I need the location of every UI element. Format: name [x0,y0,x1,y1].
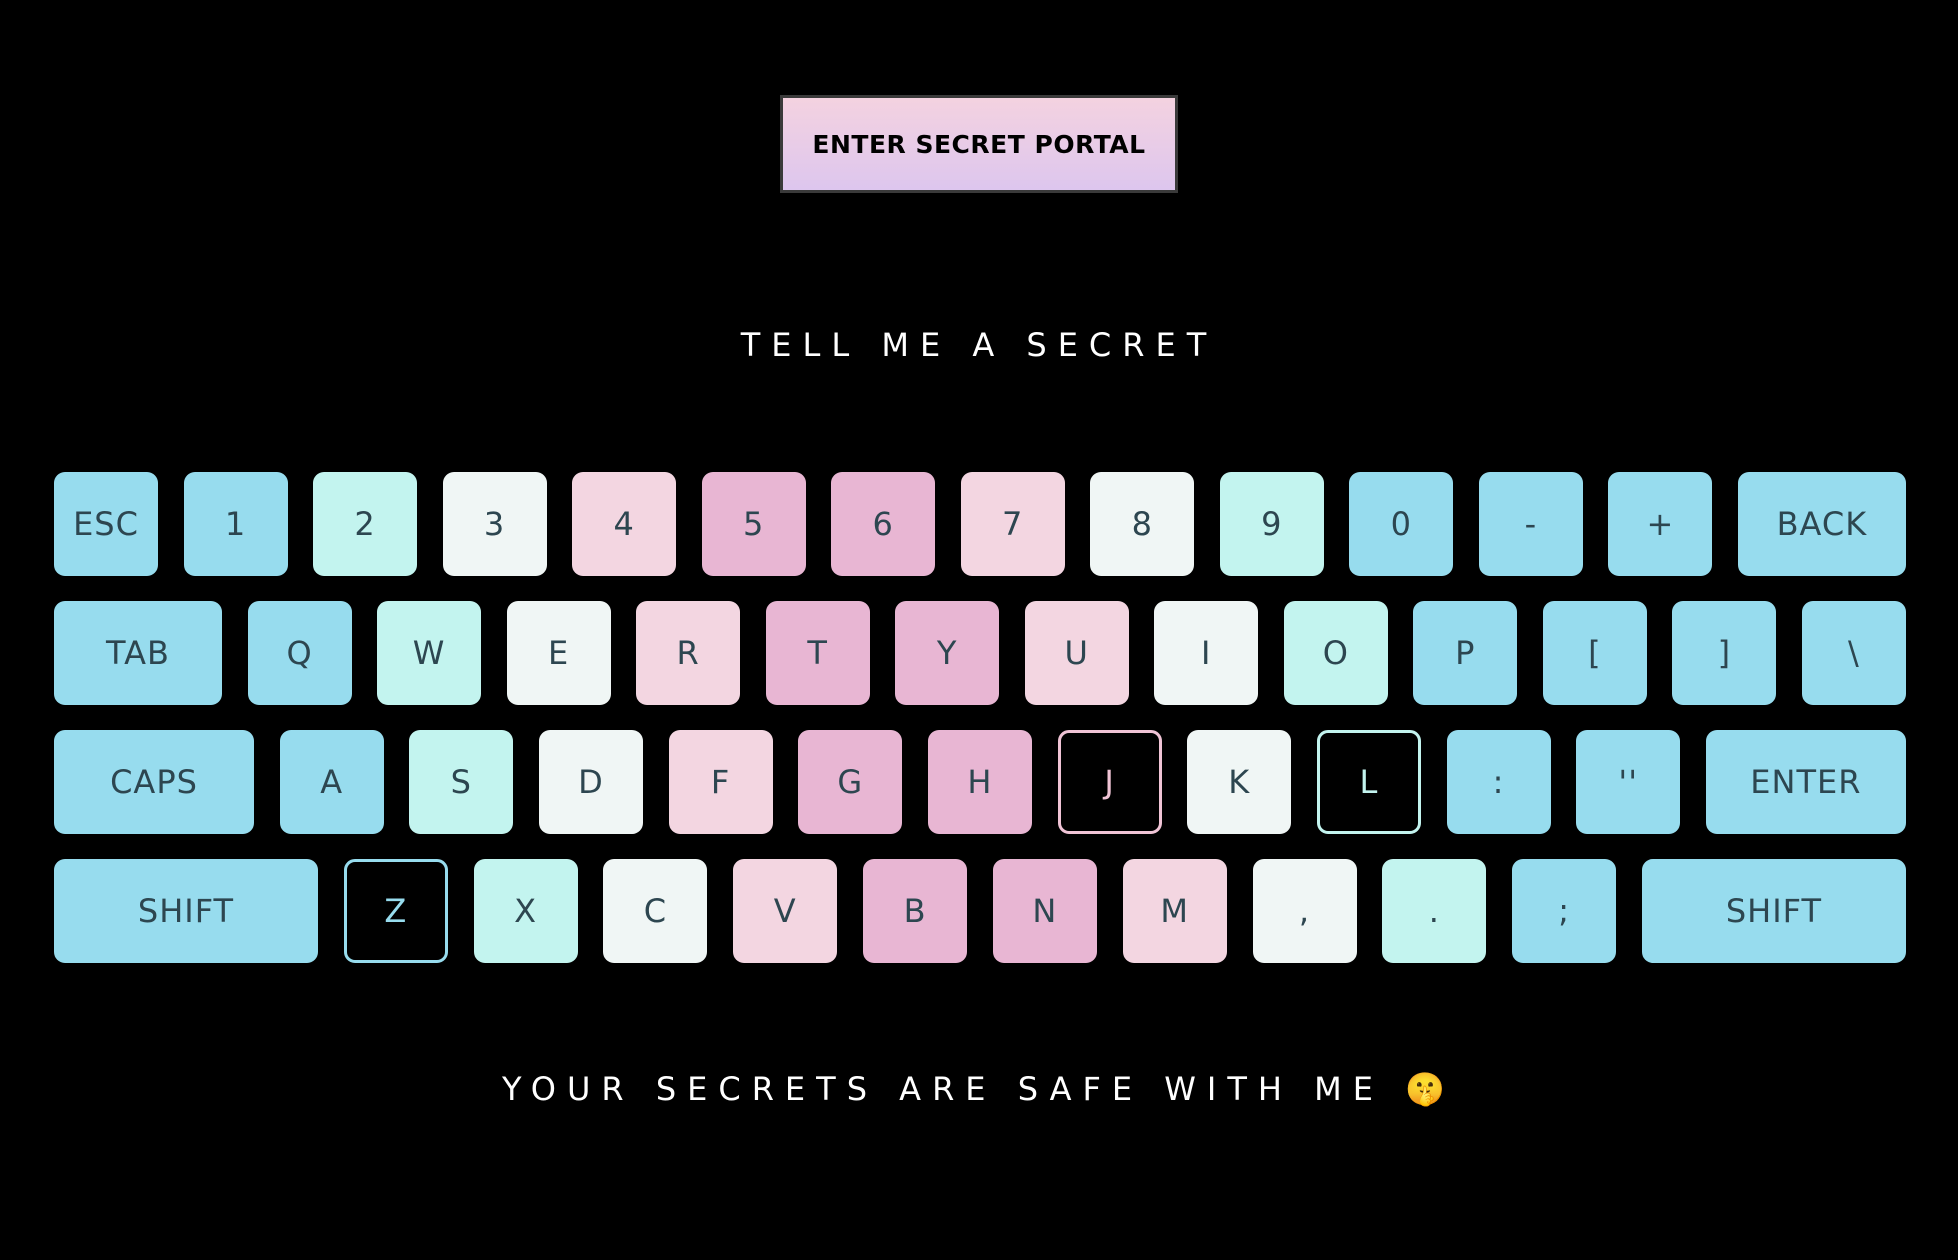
key-f[interactable]: F [668,730,773,834]
key-i[interactable]: I [1154,601,1259,705]
key-v[interactable]: V [733,859,838,963]
key-m[interactable]: M [1122,859,1227,963]
key-enter[interactable]: ENTER [1705,730,1906,834]
key-s[interactable]: S [409,730,514,834]
key-q[interactable]: Q [247,601,352,705]
key-p[interactable]: P [1413,601,1518,705]
key-w[interactable]: W [377,601,482,705]
key-d[interactable]: D [538,730,643,834]
key-r[interactable]: R [636,601,741,705]
key-shift-right[interactable]: SHIFT [1641,859,1906,963]
key-caps[interactable]: CAPS [54,730,254,834]
key-shift-left[interactable]: SHIFT [54,859,318,963]
enter-secret-portal-button[interactable]: Enter Secret Portal [780,95,1178,193]
key-n[interactable]: N [992,859,1097,963]
key-y[interactable]: Y [895,601,1000,705]
key-e[interactable]: E [506,601,611,705]
key-minus[interactable]: - [1478,472,1583,576]
key-o[interactable]: O [1283,601,1388,705]
key-period[interactable]: . [1382,859,1487,963]
keyboard-row-bottom: SHIFT Z X C V B N M , . ; SHIFT [54,859,1906,963]
key-0[interactable]: 0 [1349,472,1454,576]
key-2[interactable]: 2 [313,472,418,576]
key-l[interactable]: L [1316,730,1421,834]
key-4[interactable]: 4 [572,472,677,576]
key-backslash[interactable]: \ [1801,601,1906,705]
key-5[interactable]: 5 [701,472,806,576]
key-6[interactable]: 6 [831,472,936,576]
key-comma[interactable]: , [1252,859,1357,963]
prompt-heading: TELL ME A SECRET [740,326,1218,364]
key-quote[interactable]: '' [1576,730,1681,834]
key-8[interactable]: 8 [1090,472,1195,576]
key-left-bracket[interactable]: [ [1542,601,1647,705]
key-j[interactable]: J [1057,730,1162,834]
key-a[interactable]: A [279,730,384,834]
virtual-keyboard: ESC 1 2 3 4 5 6 7 8 9 0 - + BACK TAB Q W… [54,472,1906,988]
key-h[interactable]: H [927,730,1032,834]
keyboard-row-home: CAPS A S D F G H J K L : '' ENTER [54,730,1906,834]
key-g[interactable]: G [798,730,903,834]
key-right-bracket[interactable]: ] [1672,601,1777,705]
key-semicolon[interactable]: ; [1512,859,1617,963]
key-1[interactable]: 1 [183,472,288,576]
key-9[interactable]: 9 [1219,472,1324,576]
keyboard-row-qwerty: TAB Q W E R T Y U I O P [ ] \ [54,601,1906,705]
key-c[interactable]: C [603,859,708,963]
key-plus[interactable]: + [1608,472,1713,576]
key-7[interactable]: 7 [960,472,1065,576]
key-x[interactable]: X [473,859,578,963]
key-k[interactable]: K [1187,730,1292,834]
key-3[interactable]: 3 [442,472,547,576]
footer-message: YOUR SECRETS ARE SAFE WITH ME 🤫 [502,1070,1456,1108]
key-z[interactable]: Z [343,859,448,963]
key-u[interactable]: U [1024,601,1129,705]
key-tab[interactable]: TAB [54,601,222,705]
keyboard-row-numbers: ESC 1 2 3 4 5 6 7 8 9 0 - + BACK [54,472,1906,576]
key-colon[interactable]: : [1446,730,1551,834]
key-t[interactable]: T [765,601,870,705]
key-back[interactable]: BACK [1737,472,1906,576]
key-esc[interactable]: ESC [54,472,158,576]
key-b[interactable]: B [863,859,968,963]
